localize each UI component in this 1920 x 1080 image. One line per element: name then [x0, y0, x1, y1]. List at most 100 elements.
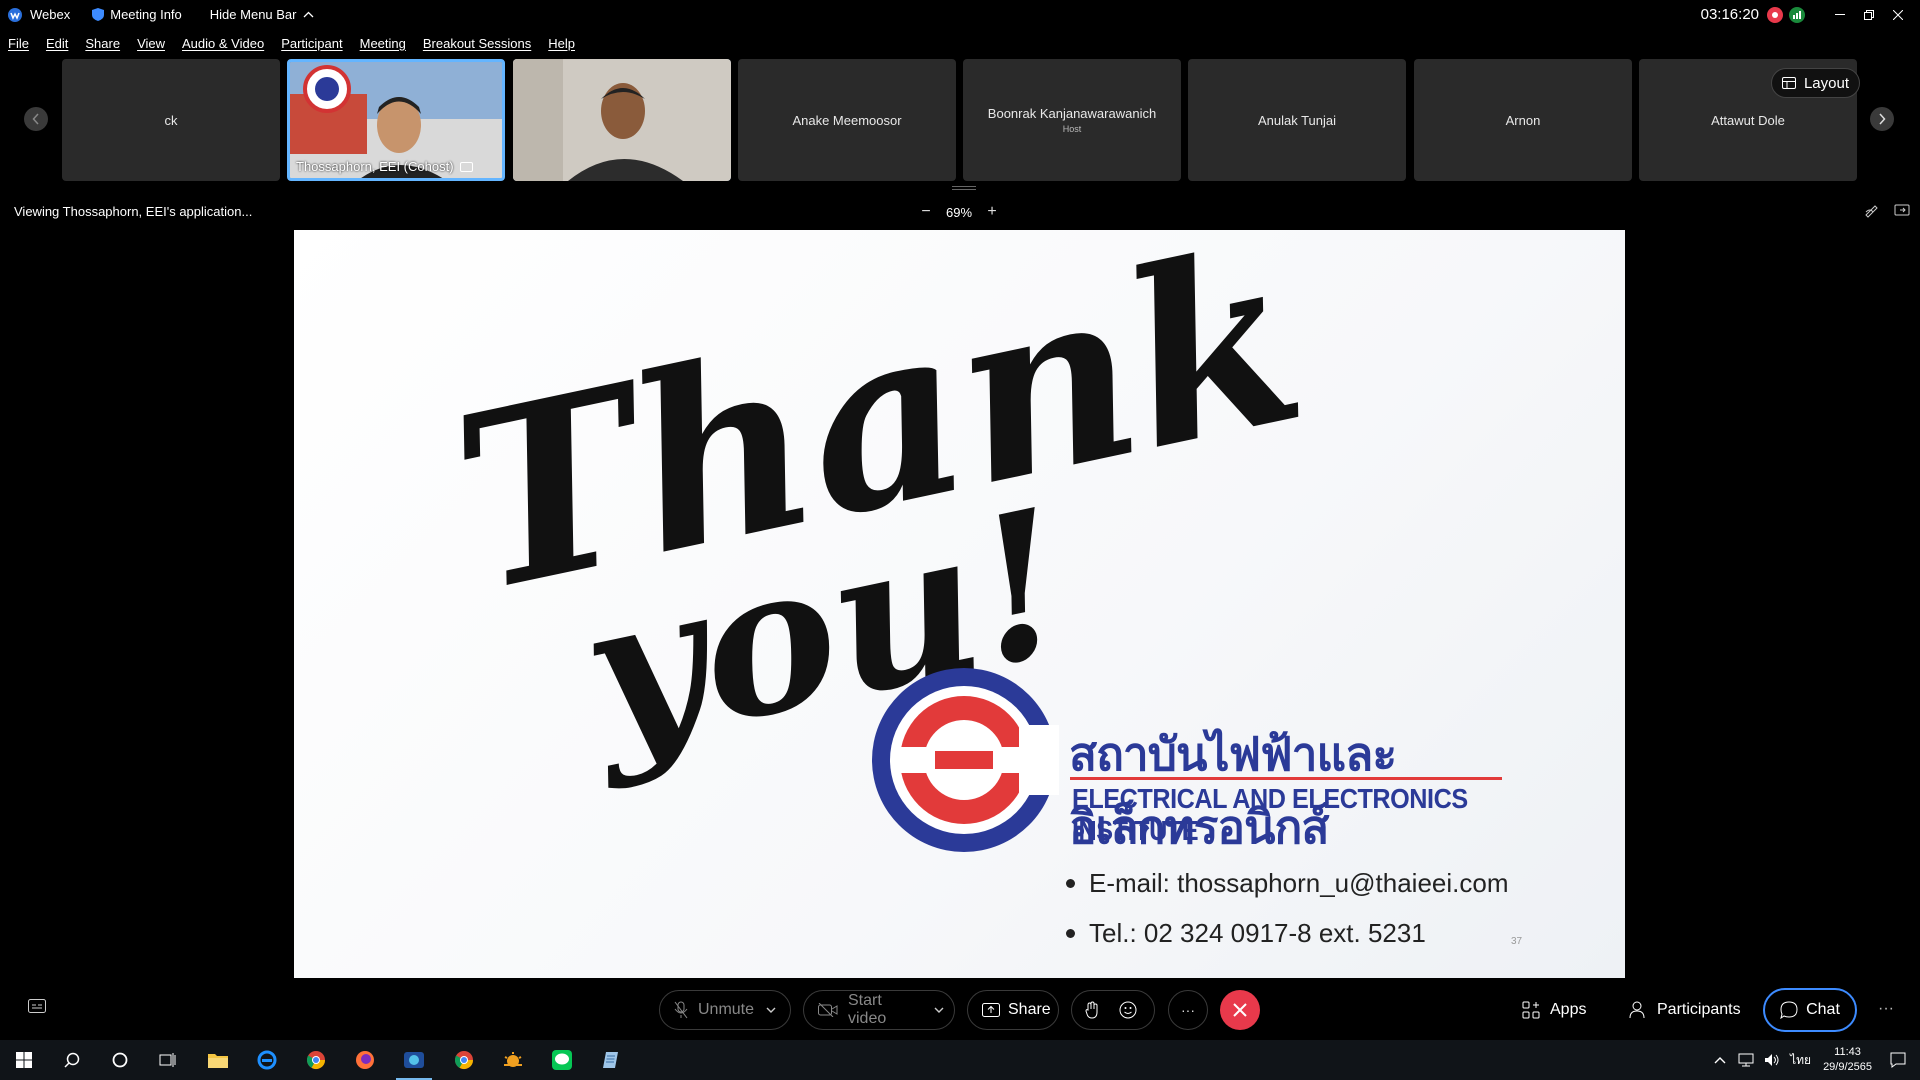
taskbar-app[interactable]: [489, 1040, 537, 1080]
participant-tile[interactable]: Arnon: [1414, 59, 1632, 181]
participant-tile[interactable]: Boonrak Kanjanawarawanich Host: [963, 59, 1181, 181]
more-panels-button[interactable]: ···: [1878, 1000, 1894, 1018]
recording-icon[interactable]: [1767, 6, 1783, 23]
taskbar-chrome-profile[interactable]: [440, 1040, 488, 1080]
participant-tile[interactable]: ck: [62, 59, 280, 181]
taskbar-edge[interactable]: [243, 1040, 291, 1080]
taskbar-firefox[interactable]: [341, 1040, 389, 1080]
scroll-left-button[interactable]: [24, 107, 48, 131]
video-off-icon: [818, 1003, 838, 1017]
taskbar-webex[interactable]: [390, 1040, 438, 1080]
chrome-icon: [306, 1051, 325, 1070]
reactions-button[interactable]: [1119, 1001, 1137, 1019]
network-icon[interactable]: [1738, 1053, 1754, 1067]
hide-menu-bar-button[interactable]: Hide Menu Bar: [210, 7, 314, 22]
clock-date: 29/9/2565: [1823, 1061, 1872, 1073]
meeting-info-button[interactable]: Meeting Info: [92, 7, 182, 22]
hide-menu-bar-label: Hide Menu Bar: [209, 7, 297, 22]
participants-button[interactable]: Participants: [1629, 990, 1741, 1030]
zoom-level[interactable]: 69%: [946, 205, 972, 220]
minimize-button[interactable]: [1825, 0, 1854, 29]
taskbar-file-explorer[interactable]: [194, 1040, 242, 1080]
title-bar: Webex Meeting Info Hide Menu Bar 03:16:2…: [0, 0, 1920, 29]
cortana-button[interactable]: [96, 1040, 144, 1080]
leave-meeting-button[interactable]: [1220, 990, 1260, 1030]
popout-share-icon[interactable]: [1894, 202, 1910, 218]
participant-tile-video[interactable]: [513, 59, 731, 181]
menu-breakout-sessions[interactable]: Breakout Sessions: [423, 36, 531, 51]
participants-label: Participants: [1657, 1001, 1741, 1018]
menu-view[interactable]: View: [137, 36, 165, 51]
internet-explorer-icon: [257, 1050, 277, 1070]
participant-tile[interactable]: Anulak Tunjai: [1188, 59, 1406, 181]
notifications-icon[interactable]: [1890, 1052, 1906, 1068]
share-button[interactable]: Share: [967, 990, 1059, 1030]
participant-name-bar: Thossaphorn, EEI (Cohost): [296, 159, 473, 174]
menu-participant[interactable]: Participant: [281, 36, 342, 51]
resize-handle[interactable]: [952, 186, 976, 190]
unmute-button[interactable]: Unmute: [659, 990, 791, 1030]
raise-hand-icon: [1085, 1001, 1098, 1019]
restore-button[interactable]: [1854, 0, 1883, 29]
start-video-button[interactable]: Start video: [803, 990, 955, 1030]
chevron-down-icon[interactable]: [934, 1007, 944, 1013]
raise-hand-button[interactable]: [1085, 1001, 1099, 1019]
chevron-down-icon[interactable]: [766, 1007, 776, 1013]
participant-strip: ck Thossaphorn, EEI (Cohost) Anake Meemo…: [0, 58, 1920, 182]
apps-label: Apps: [1550, 1001, 1587, 1018]
folder-icon: [208, 1054, 228, 1068]
taskbar-notes[interactable]: [587, 1040, 635, 1080]
notepad-icon: [603, 1052, 618, 1068]
menu-file[interactable]: File: [8, 36, 29, 51]
shared-content-slide: Thank you! สถาบันไฟฟ้าและอิเล็กทรอนิกส์ …: [294, 230, 1625, 978]
participant-tile[interactable]: Anake Meemoosor: [738, 59, 956, 181]
menu-bar: File Edit Share View Audio & Video Parti…: [0, 31, 592, 55]
network-health-icon[interactable]: [1789, 6, 1805, 23]
screen-share-icon: [459, 161, 473, 172]
meeting-timer: 03:16:20: [1700, 6, 1759, 23]
org-name-english: ELECTRICAL AND ELECTRONICS INSTITUTE: [1072, 783, 1468, 846]
scroll-right-button[interactable]: [1870, 107, 1894, 131]
captions-button[interactable]: [28, 999, 46, 1018]
zoom-out-button[interactable]: −: [916, 202, 936, 222]
share-view-bar: Viewing Thossaphorn, EEI's application..…: [0, 200, 1920, 224]
participant-name: Arnon: [1505, 112, 1541, 128]
input-language[interactable]: ไทย: [1790, 1051, 1811, 1070]
firefox-icon: [356, 1051, 374, 1069]
more-options-label: ···: [1181, 1002, 1195, 1018]
windows-taskbar: ไทย 11:43 29/9/2565: [0, 1040, 1920, 1080]
start-button[interactable]: [0, 1040, 48, 1080]
chat-icon: [1780, 1001, 1798, 1019]
menu-share[interactable]: Share: [85, 36, 120, 51]
unmute-label: Unmute: [698, 1001, 755, 1018]
app-title: Webex: [8, 7, 70, 22]
menu-audio-video[interactable]: Audio & Video: [182, 36, 264, 51]
menu-help[interactable]: Help: [548, 36, 575, 51]
menu-meeting[interactable]: Meeting: [360, 36, 406, 51]
menu-edit[interactable]: Edit: [46, 36, 68, 51]
chevron-up-icon[interactable]: [1714, 1056, 1726, 1064]
volume-icon[interactable]: [1764, 1053, 1780, 1067]
zoom-in-button[interactable]: +: [982, 202, 1002, 222]
line-icon: [552, 1050, 572, 1070]
task-view-button[interactable]: [144, 1040, 192, 1080]
cortana-icon: [112, 1052, 128, 1068]
participant-name: Thossaphorn, EEI (Cohost): [296, 159, 454, 174]
taskbar-chrome[interactable]: [292, 1040, 340, 1080]
chat-button[interactable]: Chat: [1763, 988, 1857, 1032]
apps-button[interactable]: Apps: [1522, 990, 1586, 1030]
annotate-icon[interactable]: [1864, 202, 1880, 218]
layout-button[interactable]: Layout: [1770, 68, 1860, 98]
taskbar-line[interactable]: [538, 1040, 586, 1080]
more-options-button[interactable]: ···: [1168, 990, 1208, 1030]
participant-tile-video-active[interactable]: Thossaphorn, EEI (Cohost): [287, 59, 505, 181]
taskbar-search-button[interactable]: [48, 1040, 96, 1080]
close-window-button[interactable]: [1883, 0, 1912, 29]
host-label: Host: [1062, 124, 1082, 134]
minimize-icon: [1834, 13, 1845, 15]
system-clock[interactable]: 11:43 29/9/2565: [1823, 1045, 1872, 1075]
chevron-up-icon: [303, 11, 313, 18]
participant-name: ck: [164, 112, 178, 128]
captions-icon: [28, 999, 46, 1013]
slide-page-number: 37: [1511, 936, 1523, 947]
